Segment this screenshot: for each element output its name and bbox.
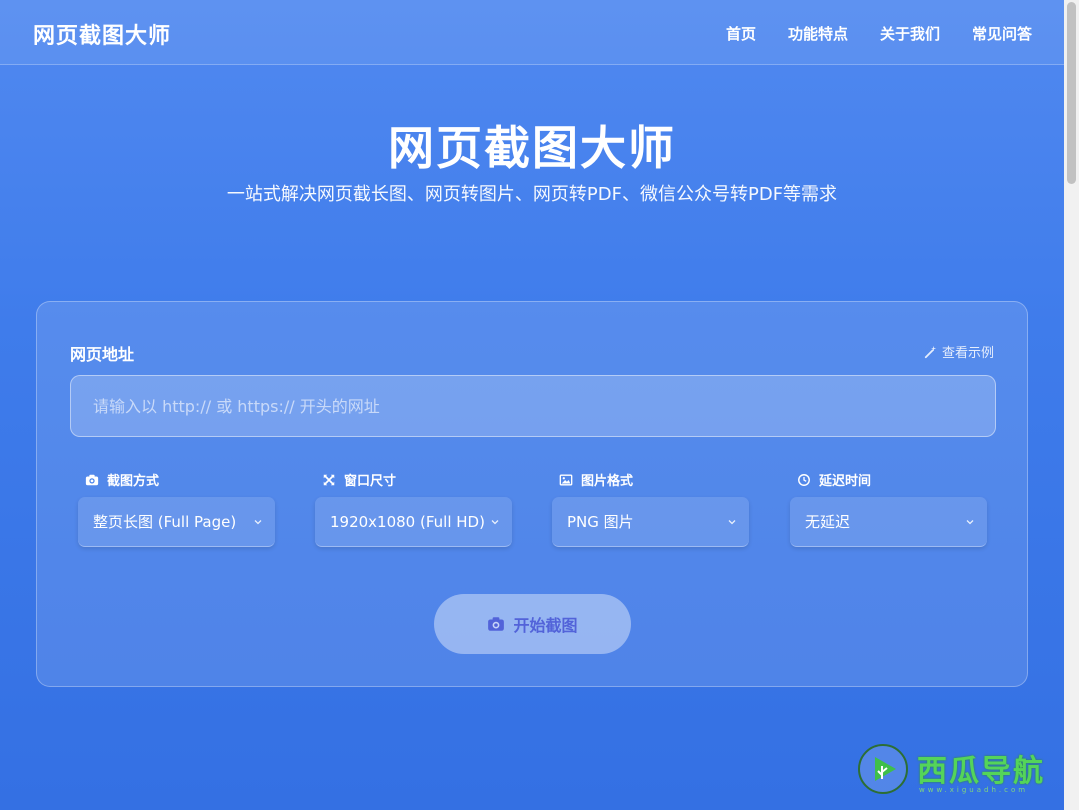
url-label: 网页地址 xyxy=(70,345,135,364)
watermark: 西瓜导航 www.xiguadh.com xyxy=(855,740,1060,802)
hero-subtitle: 一站式解决网页截长图、网页转图片、网页转PDF、微信公众号转PDF等需求 xyxy=(226,184,838,205)
window-size-value: 1920x1080 (Full HD) xyxy=(330,512,485,531)
brand-logo[interactable]: 网页截图大师 xyxy=(33,18,171,50)
url-input[interactable] xyxy=(70,375,996,437)
image-format-value: PNG 图片 xyxy=(567,513,634,531)
image-format-group: 图片格式 PNG 图片 xyxy=(552,470,749,547)
capture-mode-label: 截图方式 xyxy=(85,470,275,489)
watermark-logo-icon xyxy=(858,744,908,794)
page: 网页截图大师 首页 功能特点 关于我们 常见问答 网页截图大师 一站式解决网页截… xyxy=(0,0,1064,810)
chevron-down-icon xyxy=(966,519,974,524)
chevron-down-icon xyxy=(254,519,262,524)
view-example-link[interactable]: 查看示例 xyxy=(924,342,994,361)
window-size-label: 窗口尺寸 xyxy=(322,470,512,489)
delay-time-label: 延迟时间 xyxy=(797,470,987,489)
window-size-group: 窗口尺寸 1920x1080 (Full HD) xyxy=(315,470,512,547)
camera-icon xyxy=(85,474,99,485)
capture-mode-select[interactable]: 整页长图 (Full Page) xyxy=(78,497,275,547)
scrollbar-thumb[interactable] xyxy=(1067,2,1076,184)
image-format-label: 图片格式 xyxy=(559,470,749,489)
capture-mode-group: 截图方式 整页长图 (Full Page) xyxy=(78,470,275,547)
hero-title: 网页截图大师 xyxy=(388,121,676,175)
nav-links: 首页 功能特点 关于我们 常见问答 xyxy=(726,23,1032,44)
image-format-select[interactable]: PNG 图片 xyxy=(552,497,749,547)
screenshot-form-card: 网页地址 查看示例 截图方式 整页长图 (Full Page) xyxy=(36,301,1028,687)
camera-icon xyxy=(488,617,505,631)
delay-time-select[interactable]: 无延迟 xyxy=(790,497,987,547)
image-icon xyxy=(559,474,573,485)
delay-time-group: 延迟时间 无延迟 xyxy=(790,470,987,547)
nav-about[interactable]: 关于我们 xyxy=(880,23,940,44)
capture-mode-value: 整页长图 (Full Page) xyxy=(93,513,237,531)
watermark-text: 西瓜导航 xyxy=(917,754,1045,789)
start-screenshot-button[interactable]: 开始截图 xyxy=(434,594,631,654)
nav-home[interactable]: 首页 xyxy=(726,23,756,44)
chevron-down-icon xyxy=(491,519,499,524)
view-example-label: 查看示例 xyxy=(941,346,994,361)
navbar: 网页截图大师 首页 功能特点 关于我们 常见问答 xyxy=(0,0,1064,65)
expand-icon xyxy=(323,474,335,485)
start-screenshot-label: 开始截图 xyxy=(513,616,578,635)
nav-faq[interactable]: 常见问答 xyxy=(972,23,1032,44)
window-size-select[interactable]: 1920x1080 (Full HD) xyxy=(315,497,512,547)
nav-features[interactable]: 功能特点 xyxy=(788,23,848,44)
delay-time-value: 无延迟 xyxy=(805,513,851,531)
scrollbar[interactable] xyxy=(1064,0,1079,810)
magic-wand-icon xyxy=(924,345,937,358)
clock-icon xyxy=(798,473,810,486)
watermark-subtext: www.xiguadh.com xyxy=(919,786,1029,794)
chevron-down-icon xyxy=(728,519,736,524)
